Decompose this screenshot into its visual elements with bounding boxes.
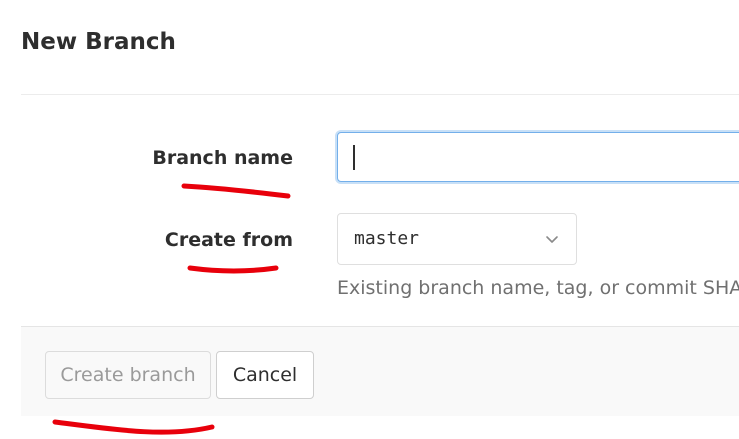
branch-name-label: Branch name [152,147,293,169]
create-from-help-text: Existing branch name, tag, or commit SHA [337,277,739,299]
create-from-label: Create from [164,229,293,251]
underline-create-branch [52,419,215,435]
create-from-select[interactable]: master [337,213,577,265]
underline-create-from [187,265,279,274]
chevron-down-icon [546,236,558,243]
create-branch-button[interactable]: Create branch [45,351,211,399]
underline-branch-name [181,183,291,199]
create-from-selected-value: master [354,228,420,249]
text-cursor [353,145,355,170]
cancel-button[interactable]: Cancel [216,351,314,399]
new-branch-page: New Branch Branch name Create from maste… [0,0,739,439]
header-divider [21,94,739,95]
branch-name-input[interactable] [337,132,739,182]
page-title: New Branch [21,29,176,55]
